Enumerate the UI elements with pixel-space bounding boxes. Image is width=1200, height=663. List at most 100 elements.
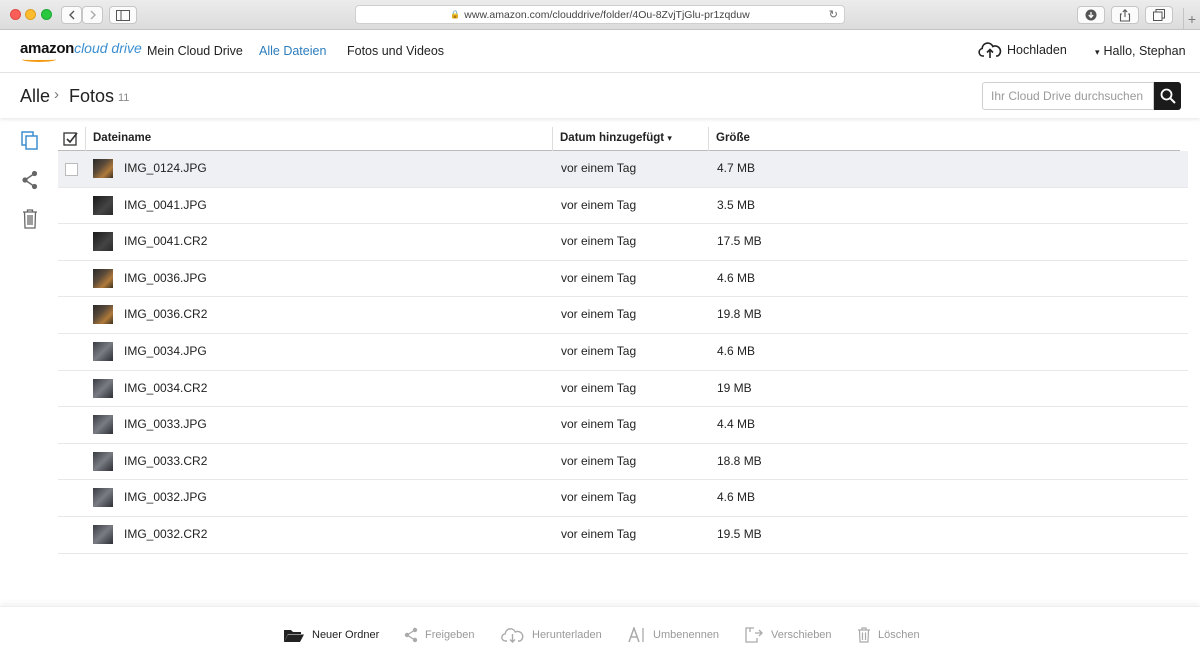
close-window-button[interactable] (10, 9, 21, 20)
chevron-left-icon (68, 10, 74, 20)
download-button[interactable]: Herunterladen (501, 627, 602, 643)
table-row[interactable]: IMG_0032.JPG vor einem Tag 4.6 MB (58, 480, 1188, 517)
file-date: vor einem Tag (561, 490, 637, 505)
table-row[interactable]: IMG_0036.JPG vor einem Tag 4.6 MB (58, 261, 1188, 298)
table-row[interactable]: IMG_0124.JPG vor einem Tag 4.7 MB (58, 151, 1188, 188)
upload-button[interactable]: Hochladen (978, 41, 1067, 59)
file-size: 17.5 MB (717, 234, 762, 249)
file-date: vor einem Tag (561, 343, 637, 358)
zoom-window-button[interactable] (41, 9, 52, 20)
delete-button[interactable] (19, 208, 41, 230)
image-thumbnail (93, 159, 113, 178)
url-text: www.amazon.com/clouddrive/folder/4Ou-8Zv… (464, 8, 750, 21)
file-size: 4.4 MB (717, 417, 756, 432)
table-row[interactable]: IMG_0041.CR2 vor einem Tag 17.5 MB (58, 224, 1188, 261)
table-row[interactable]: IMG_0036.CR2 vor einem Tag 19.8 MB (58, 297, 1188, 334)
file-table-header: Dateiname Datum hinzugefügt ▾ Größe (58, 127, 1180, 151)
download-circle-icon (1085, 9, 1097, 21)
downloads-button[interactable] (1077, 6, 1105, 24)
search-icon (1160, 88, 1176, 104)
image-thumbnail (93, 232, 113, 252)
breadcrumb-current: Fotos (69, 86, 115, 106)
file-name[interactable]: IMG_0124.JPG (124, 161, 207, 175)
item-count: 11 (118, 92, 130, 104)
column-header-name[interactable]: Dateiname (93, 132, 151, 144)
share-toolbar-button[interactable]: Freigeben (404, 627, 475, 643)
file-name[interactable]: IMG_0041.JPG (124, 198, 207, 212)
smile-icon (22, 57, 56, 62)
forward-button[interactable] (82, 6, 103, 24)
tabs-overview-button[interactable] (1145, 6, 1173, 24)
address-bar[interactable]: 🔒 www.amazon.com/clouddrive/folder/4Ou-8… (355, 5, 845, 24)
table-row[interactable]: IMG_0032.CR2 vor einem Tag 19.5 MB (58, 517, 1188, 554)
column-header-date[interactable]: Datum hinzugefügt ▾ (560, 132, 672, 144)
column-header-size[interactable]: Größe (716, 132, 750, 144)
copy-icon (21, 131, 38, 150)
minimize-window-button[interactable] (25, 9, 36, 20)
table-row[interactable]: IMG_0033.CR2 vor einem Tag 18.8 MB (58, 444, 1188, 481)
file-date: vor einem Tag (561, 197, 637, 212)
file-size: 4.6 MB (717, 270, 756, 285)
file-name[interactable]: IMG_0033.CR2 (124, 454, 207, 468)
search-button[interactable] (1154, 82, 1181, 110)
user-menu[interactable]: ▾ Hallo, Stephan (1095, 44, 1186, 58)
file-size: 19 MB (717, 380, 752, 395)
new-folder-button[interactable]: Neuer Ordner (283, 627, 379, 643)
file-date: vor einem Tag (561, 270, 637, 285)
file-name[interactable]: IMG_0036.CR2 (124, 307, 207, 321)
user-greeting: Hallo, Stephan (1103, 44, 1186, 58)
share-icon (1119, 8, 1131, 22)
table-row[interactable]: IMG_0034.CR2 vor einem Tag 19 MB (58, 371, 1188, 408)
reload-icon[interactable]: ↻ (829, 8, 838, 21)
delete-toolbar-button[interactable]: Löschen (857, 627, 920, 643)
sidebar-icon (116, 9, 130, 21)
new-tab-button[interactable]: + (1183, 8, 1200, 30)
file-name[interactable]: IMG_0032.CR2 (124, 527, 207, 541)
file-name[interactable]: IMG_0036.JPG (124, 271, 207, 285)
nav-photos-videos[interactable]: Fotos und Videos (347, 44, 444, 58)
file-name[interactable]: IMG_0032.JPG (124, 490, 207, 504)
select-all-checkbox[interactable] (63, 131, 79, 152)
caret-down-icon: ▾ (1095, 47, 1100, 57)
back-button[interactable] (61, 6, 82, 24)
row-checkbox[interactable] (65, 163, 78, 176)
nav-my-cloud-drive[interactable]: Mein Cloud Drive (147, 44, 243, 58)
trash-icon (858, 627, 870, 643)
share-nodes-icon (404, 627, 418, 643)
table-row[interactable]: IMG_0034.JPG vor einem Tag 4.6 MB (58, 334, 1188, 371)
cloud-upload-icon (978, 42, 1002, 58)
file-size: 19.8 MB (717, 307, 762, 322)
share-page-button[interactable] (1111, 6, 1139, 24)
share-nodes-icon (22, 170, 38, 190)
file-size: 4.6 MB (717, 343, 756, 358)
share-button[interactable] (19, 169, 41, 191)
file-date: vor einem Tag (561, 307, 637, 322)
file-size: 3.5 MB (717, 197, 756, 212)
file-date: vor einem Tag (561, 161, 637, 175)
image-thumbnail (93, 195, 113, 215)
rename-button[interactable]: Umbenennen (628, 627, 719, 643)
sidebar-toggle-button[interactable] (109, 6, 137, 24)
file-list: IMG_0124.JPG vor einem Tag 4.7 MB IMG_00… (58, 151, 1188, 554)
lock-icon: 🔒 (450, 10, 461, 19)
move-icon (745, 627, 763, 643)
file-size: 4.6 MB (717, 490, 756, 505)
copy-button[interactable] (19, 130, 41, 152)
table-row[interactable]: IMG_0041.JPG vor einem Tag 3.5 MB (58, 188, 1188, 225)
amazon-cloud-drive-logo[interactable]: amazoncloud drive (20, 40, 142, 62)
image-thumbnail (93, 451, 113, 471)
chevron-right-icon: › (54, 86, 59, 103)
file-name[interactable]: IMG_0041.CR2 (124, 234, 207, 248)
search-input[interactable] (982, 82, 1154, 110)
file-name[interactable]: IMG_0033.JPG (124, 417, 207, 431)
app-header: amazoncloud drive Mein Cloud Drive Alle … (0, 30, 1200, 73)
nav-all-files[interactable]: Alle Dateien (259, 44, 326, 58)
table-row[interactable]: IMG_0033.JPG vor einem Tag 4.4 MB (58, 407, 1188, 444)
image-thumbnail (93, 415, 113, 435)
move-button[interactable]: Verschieben (744, 627, 832, 643)
breadcrumb-root[interactable]: Alle (20, 86, 50, 107)
file-name[interactable]: IMG_0034.JPG (124, 344, 207, 358)
file-name[interactable]: IMG_0034.CR2 (124, 381, 207, 395)
file-size: 19.5 MB (717, 526, 762, 541)
image-thumbnail (93, 268, 113, 288)
